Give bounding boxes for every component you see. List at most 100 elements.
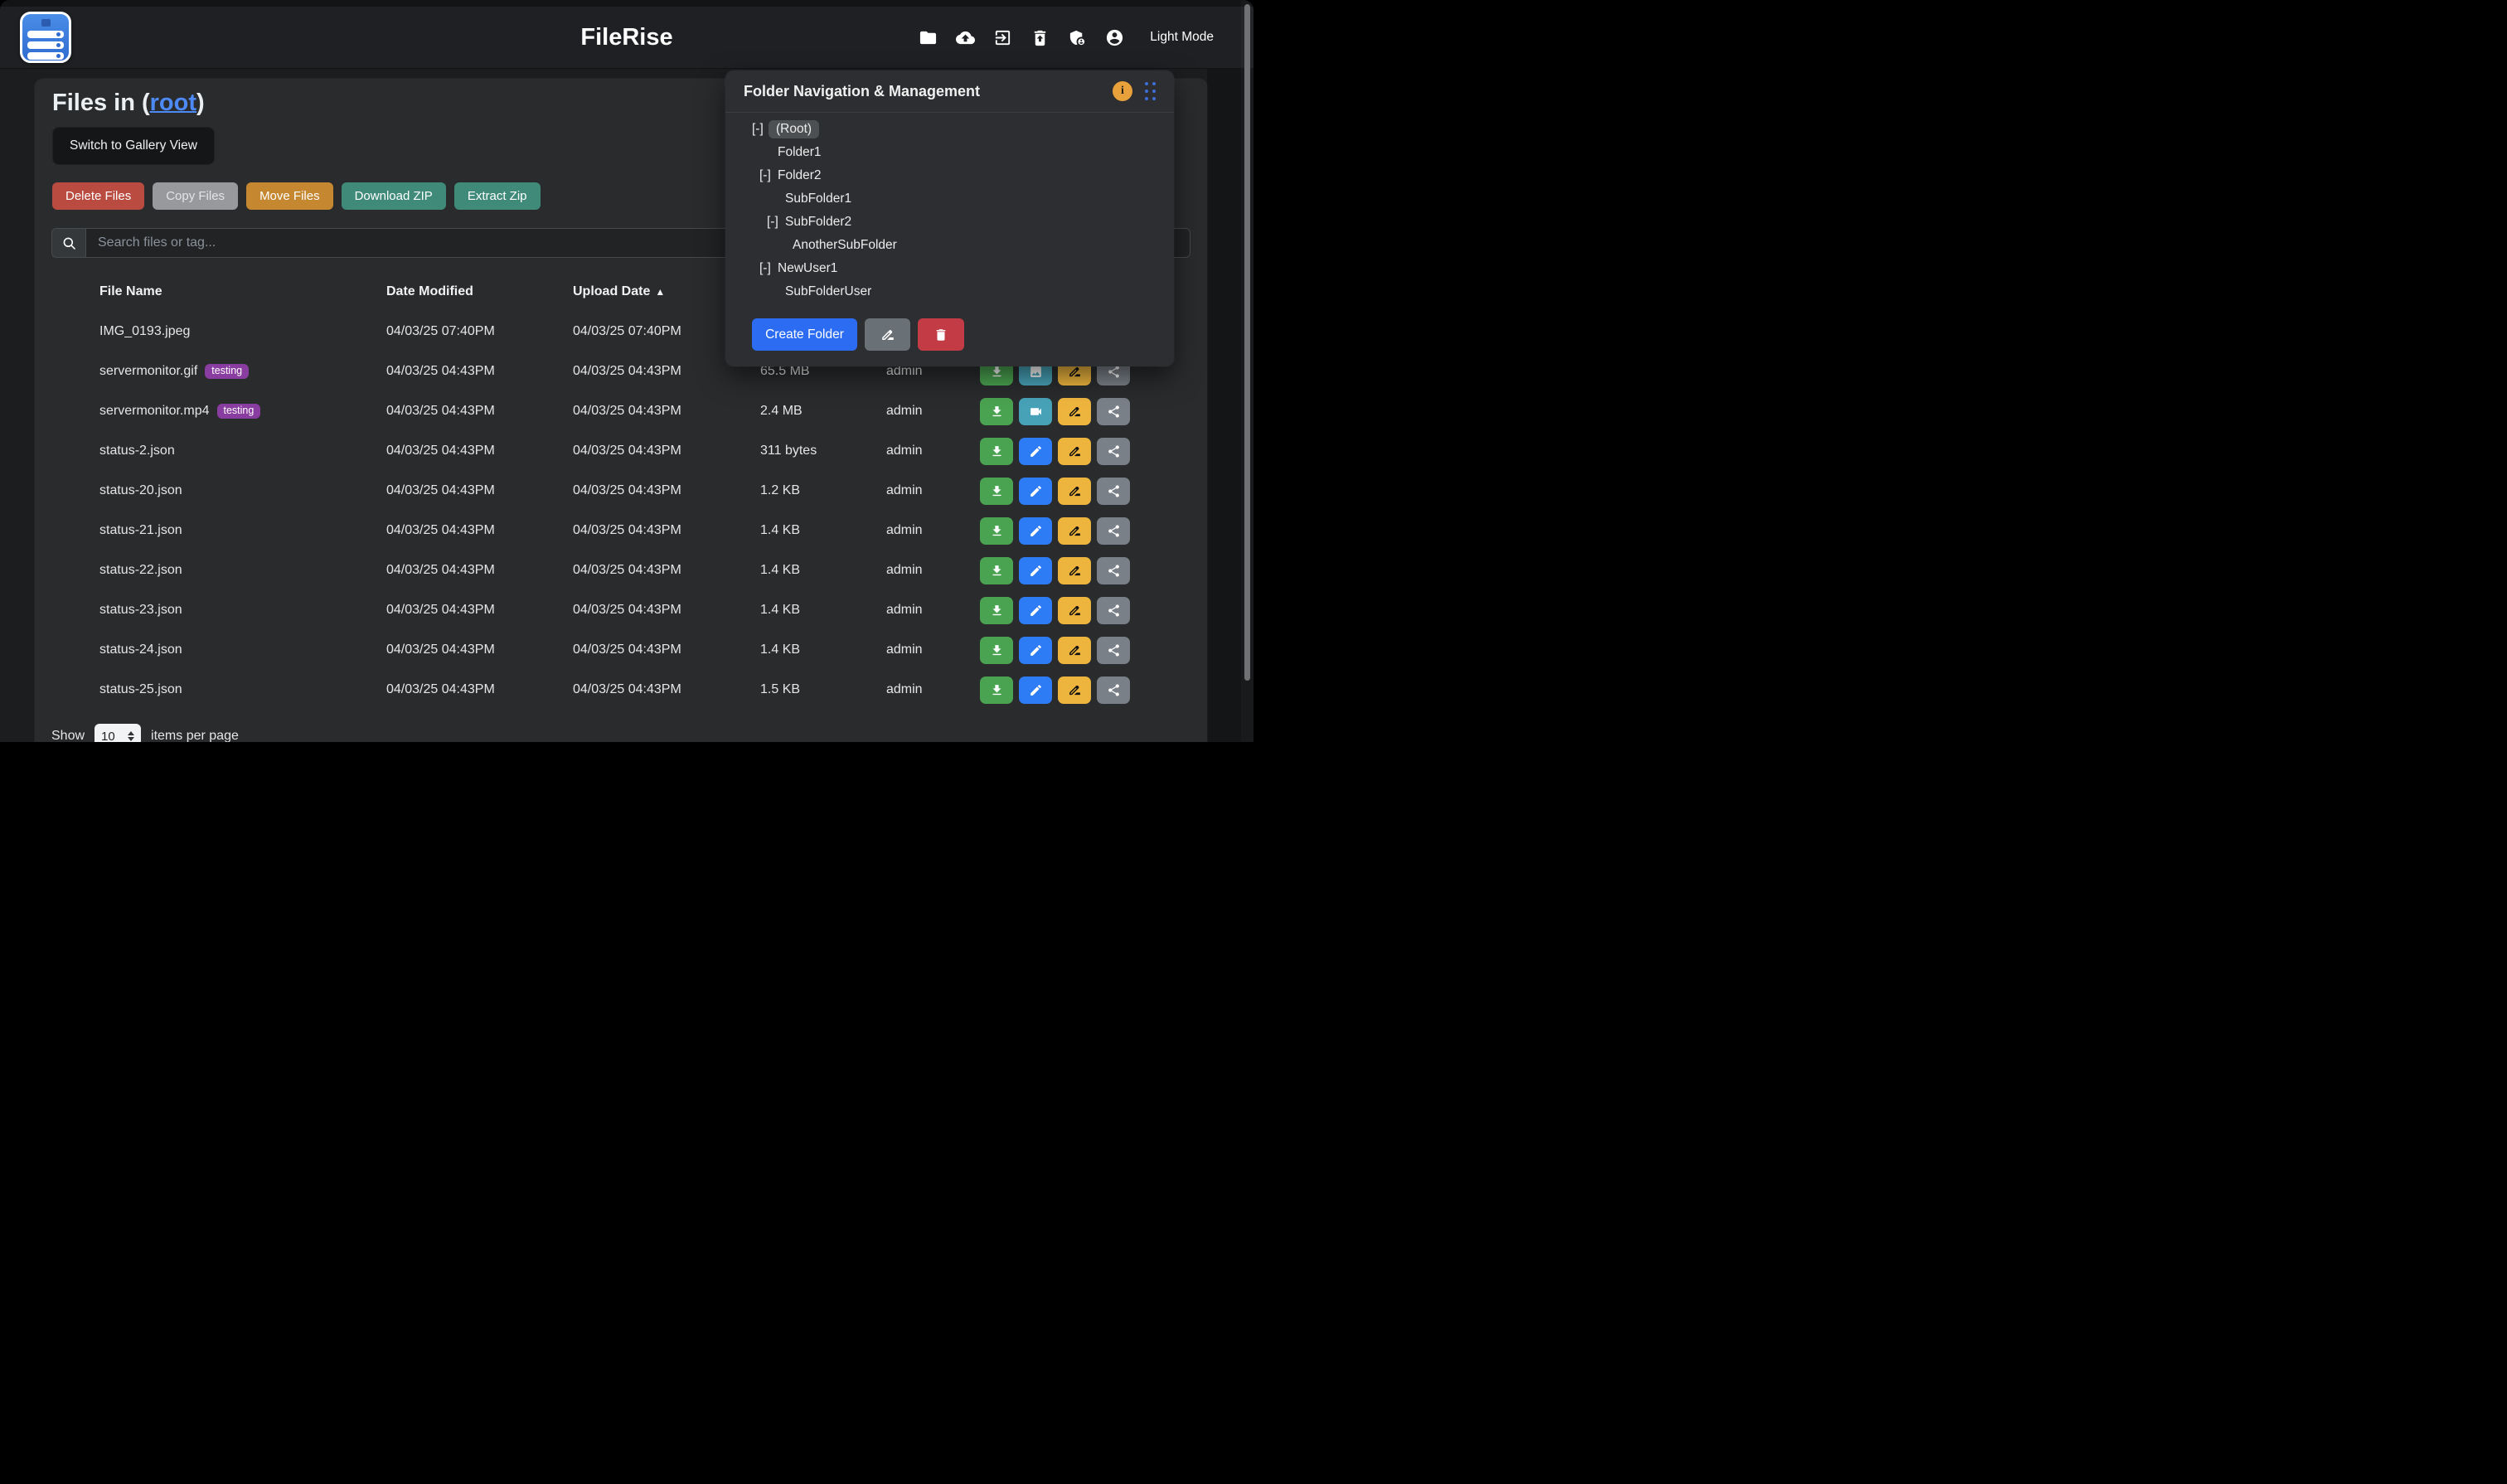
file-name: status-2.json [99,444,175,458]
tree-node[interactable]: [-] (Root) [725,118,1174,141]
folder-name[interactable]: SubFolder1 [783,191,853,207]
edit-preview-button[interactable] [1019,478,1052,505]
trash-restore-icon[interactable] [1030,27,1050,47]
edit-preview-button[interactable] [1019,517,1052,545]
download-button[interactable] [980,677,1013,704]
folder-panel-title: Folder Navigation & Management [744,83,1113,100]
edit-preview-button[interactable] [1019,557,1052,584]
trash-icon [933,327,948,342]
download-button[interactable] [980,398,1013,425]
download-button[interactable] [980,637,1013,664]
tree-node[interactable]: [-] SubFolderUser [725,280,1174,303]
table-row: status-24.json 04/03/25 04:43PM 04/03/25… [51,630,1190,670]
file-size: 1.4 KB [760,603,886,618]
delete-folder-button[interactable] [918,318,964,351]
app-header: FileRise Light Mode [0,7,1254,69]
edit-preview-button[interactable] [1019,677,1052,704]
scrollbar-thumb[interactable] [1244,4,1250,681]
switch-gallery-view-button[interactable]: Switch to Gallery View [52,127,215,165]
folder-name[interactable]: Folder2 [776,167,823,184]
drag-handle-icon[interactable] [1145,82,1156,100]
download-button[interactable] [980,438,1013,465]
file-size: 1.4 KB [760,523,886,538]
download-button[interactable] [980,517,1013,545]
file-name: status-22.json [99,563,182,578]
uploader: admin [886,603,980,618]
download-button[interactable] [980,478,1013,505]
file-name: status-20.json [99,483,182,498]
rename-button[interactable] [1058,637,1091,664]
file-name: status-25.json [99,682,182,697]
folder-name[interactable]: AnotherSubFolder [791,237,899,254]
share-button[interactable] [1097,677,1130,704]
file-name: servermonitor.mp4 [99,404,210,419]
copy-files-button[interactable]: Copy Files [153,182,238,210]
uploader: admin [886,483,980,498]
file-name: status-21.json [99,523,182,538]
folder-name[interactable]: (Root) [769,120,819,138]
folder-icon[interactable] [918,27,938,47]
share-button[interactable] [1097,438,1130,465]
upload-date: 04/03/25 04:43PM [573,603,760,618]
upload-date: 04/03/25 04:43PM [573,444,760,458]
table-row: status-2.json 04/03/25 04:43PM 04/03/25 … [51,431,1190,471]
edit-preview-button[interactable] [1019,637,1052,664]
app-window: FileRise Light Mode Files in (root) Swit… [0,0,1254,742]
rename-folder-button[interactable] [865,318,910,351]
show-label: Show [51,729,85,742]
delete-files-button[interactable]: Delete Files [52,182,144,210]
tree-node[interactable]: [-] SubFolder1 [725,187,1174,211]
share-button[interactable] [1097,637,1130,664]
share-button[interactable] [1097,517,1130,545]
rename-button[interactable] [1058,517,1091,545]
date-modified: 04/03/25 04:43PM [386,483,573,498]
share-button[interactable] [1097,398,1130,425]
share-button[interactable] [1097,557,1130,584]
video-preview-button[interactable] [1019,398,1052,425]
info-icon[interactable]: i [1113,81,1132,101]
theme-toggle[interactable]: Light Mode [1150,30,1214,45]
extract-zip-button[interactable]: Extract Zip [454,182,541,210]
shield-user-icon[interactable] [1067,27,1087,47]
rename-button[interactable] [1058,597,1091,624]
upload-date: 04/03/25 04:43PM [573,523,760,538]
download-zip-button[interactable]: Download ZIP [342,182,446,210]
cloud-upload-icon[interactable] [955,27,975,47]
tree-toggle[interactable]: [-] [759,168,776,183]
folder-name[interactable]: Folder1 [776,144,823,161]
rename-button[interactable] [1058,398,1091,425]
tree-node[interactable]: [-] AnotherSubFolder [725,234,1174,257]
rename-button[interactable] [1058,677,1091,704]
folder-name[interactable]: SubFolderUser [783,284,873,300]
edit-preview-button[interactable] [1019,597,1052,624]
table-row: servermonitor.mp4testing 04/03/25 04:43P… [51,391,1190,431]
tree-node[interactable]: [-] Folder1 [725,141,1174,164]
edit-preview-button[interactable] [1019,438,1052,465]
tree-node[interactable]: [-] Folder2 [725,164,1174,187]
folder-name[interactable]: NewUser1 [776,260,839,277]
share-button[interactable] [1097,478,1130,505]
account-icon[interactable] [1104,27,1124,47]
date-modified: 04/03/25 04:43PM [386,603,573,618]
rename-button[interactable] [1058,438,1091,465]
create-folder-button[interactable]: Create Folder [752,318,857,351]
folder-name[interactable]: SubFolder2 [783,214,853,230]
tree-toggle[interactable]: [-] [767,215,783,230]
root-folder-link[interactable]: root [150,90,196,116]
tree-node[interactable]: [-] NewUser1 [725,257,1174,280]
items-per-page-select[interactable]: 10 [95,724,141,742]
rename-button[interactable] [1058,478,1091,505]
search-icon[interactable] [51,228,85,258]
tree-toggle[interactable]: [-] [752,122,769,137]
tree-toggle[interactable]: [-] [759,261,776,276]
sort-date-modified[interactable]: Date Modified [386,284,573,299]
logout-icon[interactable] [992,27,1012,47]
download-button[interactable] [980,557,1013,584]
download-button[interactable] [980,597,1013,624]
uploader: admin [886,563,980,578]
rename-button[interactable] [1058,557,1091,584]
share-button[interactable] [1097,597,1130,624]
move-files-button[interactable]: Move Files [246,182,333,210]
table-row: status-22.json 04/03/25 04:43PM 04/03/25… [51,550,1190,590]
tree-node[interactable]: [-] SubFolder2 [725,211,1174,234]
